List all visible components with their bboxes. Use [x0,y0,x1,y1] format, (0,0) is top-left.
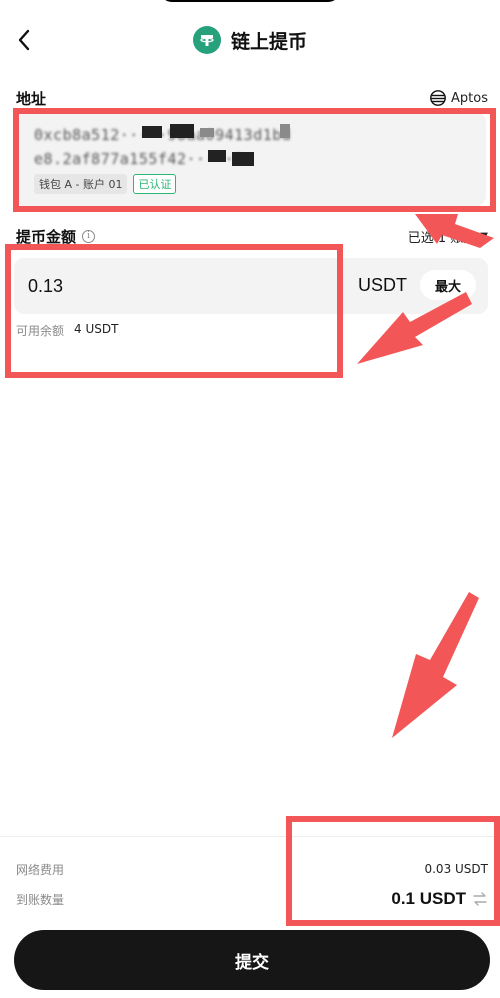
usdt-tether-icon [192,26,221,54]
caret-down-icon: ▼ [480,230,488,242]
annotation-box-amount [5,244,343,378]
annotation-box-address [13,108,496,212]
page-header: 链上提币 [0,0,500,80]
title-group: 链上提币 [0,24,500,56]
annotation-arrow-summary [392,592,479,738]
amount-label-row: 提币金额 i 已选 1 账户 ▼ [16,226,488,246]
selected-accounts-label: 已选 1 账户 [407,230,477,246]
aptos-icon [430,90,446,106]
submit-button[interactable]: 提交 [14,930,490,990]
network-selector[interactable]: Aptos [430,90,488,106]
receive-label: 到账数量 [16,892,65,907]
annotation-box-summary [286,816,500,926]
address-label: 地址 [16,89,47,108]
info-icon[interactable]: i [82,229,96,243]
network-name: Aptos [451,90,488,106]
account-selector[interactable]: 已选 1 账户 ▼ [408,227,488,246]
max-button[interactable]: 最大 [420,270,476,300]
page-title: 链上提币 [230,30,307,53]
fee-label: 网络费用 [16,862,65,877]
amount-unit: USDT [358,275,407,295]
address-label-row: 地址 Aptos [16,88,488,108]
